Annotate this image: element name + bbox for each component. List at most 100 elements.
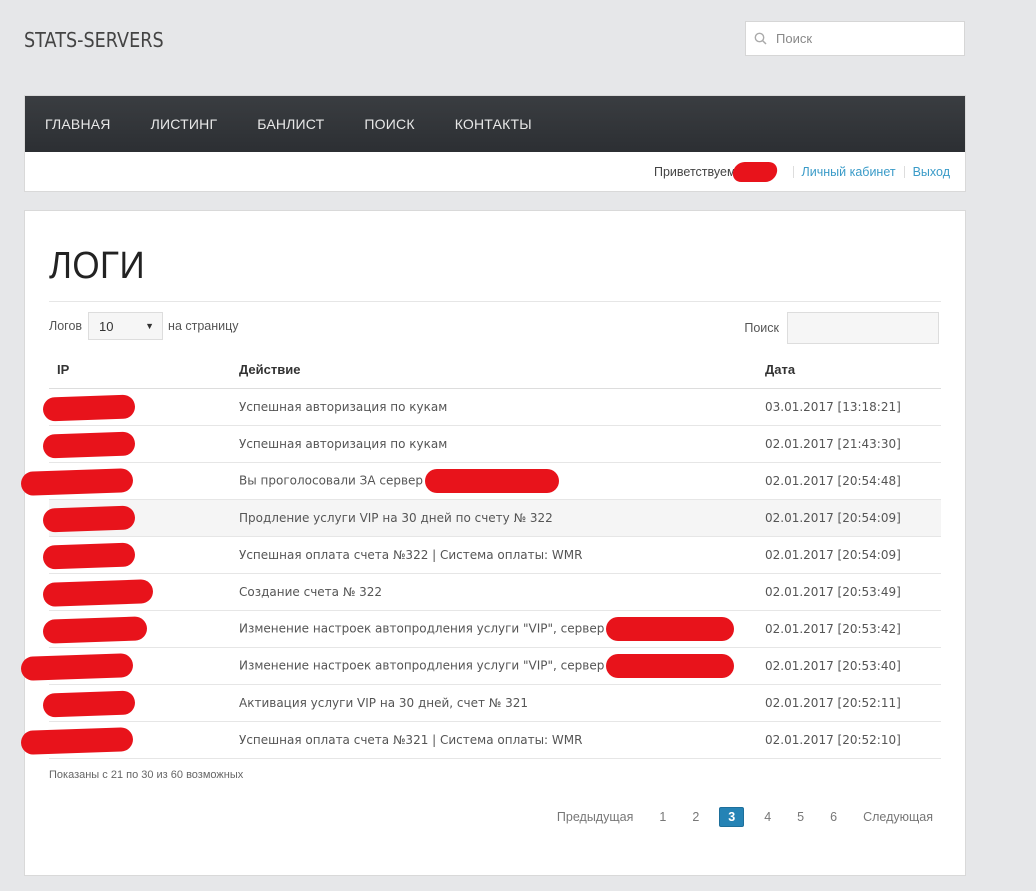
ip-redaction <box>42 504 136 533</box>
date-cell: 02.01.2017 [21:43:30] <box>757 425 941 463</box>
ip-cell <box>42 425 231 463</box>
table-row: Изменение настроек автопродления услуги … <box>20 647 941 685</box>
top-search-box[interactable] <box>745 21 965 56</box>
table-header-row: IP Действие Дата <box>49 351 941 389</box>
table-row: Вы проголосовали ЗА сервер 02.01.2017 [2… <box>20 462 941 500</box>
pager-page-5[interactable]: 5 <box>791 808 810 826</box>
column-header-date[interactable]: Дата <box>757 351 941 389</box>
action-cell: Успешная авторизация по кукам <box>231 425 757 463</box>
date-cell: 02.01.2017 [20:52:11] <box>757 684 941 722</box>
length-suffix: на страницу <box>168 319 239 333</box>
table-row: Успешная оплата счета №321 | Система опл… <box>20 721 941 759</box>
pager-page-4[interactable]: 4 <box>758 808 777 826</box>
length-label: Логов <box>49 319 83 333</box>
server-name-redaction <box>425 468 560 493</box>
action-text: Изменение настроек автопродления услуги … <box>239 621 605 635</box>
table-row: Успешная оплата счета №322 | Система опл… <box>42 536 941 574</box>
ip-cell <box>20 462 231 500</box>
action-cell: Изменение настроек автопродления услуги … <box>231 610 757 648</box>
server-name-redaction <box>606 653 735 678</box>
date-cell: 02.01.2017 [20:54:09] <box>757 536 941 574</box>
ip-cell <box>42 684 231 722</box>
page-title: ЛОГИ <box>49 245 146 287</box>
column-header-action[interactable]: Действие <box>231 351 757 389</box>
date-cell: 02.01.2017 [20:53:42] <box>757 610 941 648</box>
table-info: Показаны с 21 по 30 из 60 возможных <box>49 769 244 781</box>
action-cell: Успешная оплата счета №321 | Система опл… <box>231 721 757 759</box>
nav-item-search[interactable]: ПОИСК <box>364 116 414 132</box>
filter-label: Поиск <box>744 321 779 335</box>
ip-redaction <box>20 467 134 496</box>
pager-next-button[interactable]: Следующая <box>857 808 939 826</box>
nav-item-listing[interactable]: ЛИСТИНГ <box>151 116 218 132</box>
action-text: Изменение настроек автопродления услуги … <box>239 658 605 672</box>
ip-redaction <box>42 430 136 459</box>
action-cell: Вы проголосовали ЗА сервер <box>231 462 757 500</box>
ip-redaction <box>42 689 136 718</box>
ip-cell <box>42 388 231 426</box>
username-redaction <box>730 162 779 182</box>
action-text: Вы проголосовали ЗА сервер <box>239 473 424 487</box>
pager-page-3-current[interactable]: 3 <box>719 807 745 827</box>
action-cell: Успешная авторизация по кукам <box>231 388 757 426</box>
date-cell: 02.01.2017 [20:54:09] <box>757 499 941 537</box>
date-cell: 02.01.2017 [20:54:48] <box>757 462 941 500</box>
action-cell: Успешная оплата счета №322 | Система опл… <box>231 536 757 574</box>
cabinet-link[interactable]: Личный кабинет <box>802 165 896 179</box>
action-cell: Создание счета № 322 <box>231 573 757 611</box>
table-row: Успешная авторизация по кукам 02.01.2017… <box>42 425 941 463</box>
divider <box>903 166 905 178</box>
ip-cell <box>42 573 231 611</box>
date-cell: 02.01.2017 [20:53:40] <box>757 647 941 685</box>
table-filter: Поиск <box>744 312 939 344</box>
action-cell: Продление услуги VIP на 30 дней по счету… <box>231 499 757 537</box>
pager-page-1[interactable]: 1 <box>653 808 672 826</box>
nav-item-banlist[interactable]: БАНЛИСТ <box>257 116 324 132</box>
pager-prev-button[interactable]: Предыдущая <box>551 808 639 826</box>
ip-redaction <box>42 393 136 422</box>
date-cell: 02.01.2017 [20:52:10] <box>757 721 941 759</box>
site-title[interactable]: STATS-SERVERS <box>24 28 164 52</box>
table-row: Активация услуги VIP на 30 дней, счет № … <box>42 684 941 722</box>
ip-redaction <box>42 541 136 570</box>
nav-card: ГЛАВНАЯ ЛИСТИНГ БАНЛИСТ ПОИСК КОНТАКТЫ П… <box>24 95 966 192</box>
logout-link[interactable]: Выход <box>913 165 950 179</box>
filter-input[interactable] <box>787 312 939 344</box>
logs-table: IP Действие Дата Успешная авторизация по… <box>20 351 941 759</box>
ip-redaction <box>20 652 134 681</box>
ip-redaction <box>42 615 148 644</box>
table-row: Продление услуги VIP на 30 дней по счету… <box>42 499 941 537</box>
main-navbar: ГЛАВНАЯ ЛИСТИНГ БАНЛИСТ ПОИСК КОНТАКТЫ <box>25 96 965 152</box>
pagination: Предыдущая 1 2 3 4 5 6 Следующая <box>537 807 939 827</box>
ip-cell <box>20 647 231 685</box>
user-bar: Приветствуем Личный кабинет Выход <box>25 152 965 192</box>
table-row: Успешная авторизация по кукам 03.01.2017… <box>42 388 941 426</box>
action-cell: Активация услуги VIP на 30 дней, счет № … <box>231 684 757 722</box>
ip-cell <box>42 536 231 574</box>
nav-item-home[interactable]: ГЛАВНАЯ <box>45 116 111 132</box>
ip-redaction <box>42 578 154 607</box>
divider <box>792 166 794 178</box>
page-length-control: Логов 10 ▼ на страницу <box>49 312 239 340</box>
chevron-down-icon: ▼ <box>145 321 155 331</box>
ip-cell <box>20 721 231 759</box>
date-cell: 02.01.2017 [20:53:49] <box>757 573 941 611</box>
page-length-value: 10 <box>99 318 114 334</box>
title-divider <box>49 301 941 302</box>
server-name-redaction <box>606 616 735 641</box>
top-search-input[interactable] <box>776 31 956 46</box>
greeting-text: Приветствуем <box>654 165 736 179</box>
date-cell: 03.01.2017 [13:18:21] <box>757 388 941 426</box>
column-header-ip[interactable]: IP <box>49 351 231 389</box>
table-row: Создание счета № 322 02.01.2017 [20:53:4… <box>42 573 941 611</box>
search-icon <box>754 31 770 47</box>
action-cell: Изменение настроек автопродления услуги … <box>231 647 757 685</box>
nav-item-contacts[interactable]: КОНТАКТЫ <box>455 116 532 132</box>
ip-redaction <box>20 726 134 755</box>
table-row: Изменение настроек автопродления услуги … <box>42 610 941 648</box>
pager-page-6[interactable]: 6 <box>824 808 843 826</box>
ip-cell <box>42 499 231 537</box>
page-length-select[interactable]: 10 ▼ <box>88 312 164 340</box>
ip-cell <box>42 610 231 648</box>
pager-page-2[interactable]: 2 <box>686 808 705 826</box>
